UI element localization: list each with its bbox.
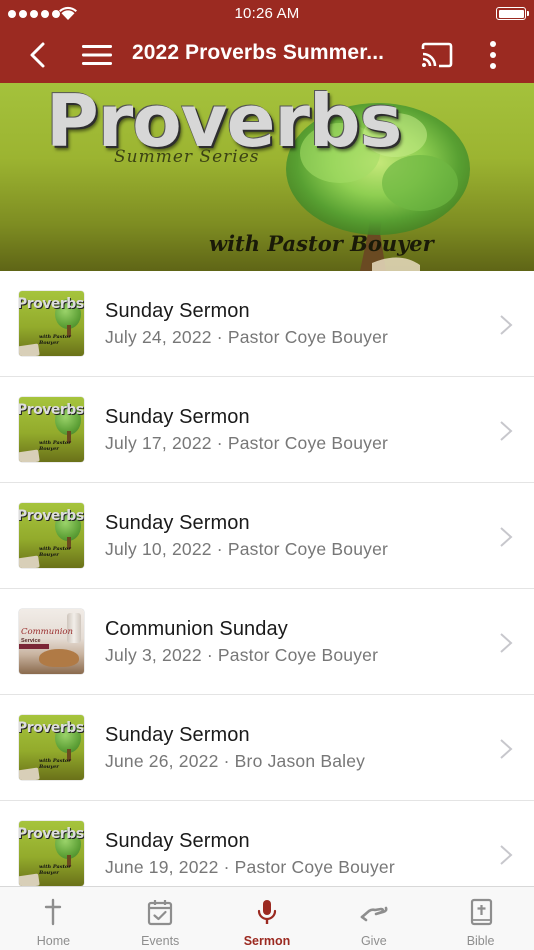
sermon-thumbnail: Proverbs with Pastor Bouyer [19,397,84,462]
sermon-thumbnail: Proverbs with Pastor Bouyer [19,715,84,780]
bottom-tab-bar: Home Events Sermon Give Bible [0,886,534,950]
sermon-date-speaker: July 10, 2022 · Pastor Coye Bouyer [105,539,389,559]
tab-home[interactable]: Home [0,887,107,950]
hamburger-menu-icon[interactable] [80,41,114,69]
bible-icon [470,898,492,926]
sermon-title: Sunday Sermon [105,830,250,852]
chevron-right-icon [500,739,513,759]
back-arrow-icon[interactable] [24,40,54,70]
giving-hand-icon [360,906,388,922]
microphone-icon [257,900,277,924]
sermon-date-speaker: July 17, 2022 · Pastor Coye Bouyer [105,433,389,453]
chevron-right-icon [500,527,513,547]
status-time: 10:26 AM [234,5,300,22]
sermon-row[interactable]: Communion Service Communion Sunday July … [0,589,534,695]
battery-icon [496,7,529,20]
series-banner: Proverbs Summer Series with Pastor Bouye… [0,83,534,271]
sermon-thumbnail: Communion Service [19,609,84,674]
sermon-list: Proverbs with Pastor Bouyer Sunday Sermo… [0,271,534,907]
tab-sermon[interactable]: Sermon [214,887,321,950]
banner-series-label: Summer Series [114,147,260,167]
chevron-right-icon [500,315,513,335]
navigation-bar: 2022 Proverbs Summer... [0,27,534,83]
sermon-date-speaker: June 26, 2022 · Bro Jason Baley [105,751,366,771]
chevron-right-icon [500,633,513,653]
page-title: 2022 Proverbs Summer... [132,41,385,64]
sermon-date-speaker: July 3, 2022 · Pastor Coye Bouyer [105,645,379,665]
sermon-row[interactable]: Proverbs with Pastor Bouyer Sunday Sermo… [0,483,534,589]
cast-icon[interactable] [420,40,454,70]
chevron-right-icon [500,845,513,865]
sermon-row[interactable]: Proverbs with Pastor Bouyer Sunday Sermo… [0,377,534,483]
tab-label: Events [141,934,180,948]
sermon-row[interactable]: Proverbs with Pastor Bouyer Sunday Sermo… [0,271,534,377]
status-bar: 10:26 AM [0,0,534,27]
tab-events[interactable]: Events [107,887,214,950]
more-options-icon[interactable] [480,39,506,71]
tab-give[interactable]: Give [320,887,427,950]
cross-icon [45,898,62,926]
sermon-title: Sunday Sermon [105,724,250,746]
sermon-thumbnail: Proverbs with Pastor Bouyer [19,503,84,568]
tab-bible[interactable]: Bible [427,887,534,950]
sermon-thumbnail: Proverbs with Pastor Bouyer [19,821,84,886]
sermon-title: Sunday Sermon [105,300,250,322]
sermon-date-speaker: June 19, 2022 · Pastor Coye Bouyer [105,857,395,877]
banner-subtitle: with Pastor Bouyer [209,231,434,256]
tab-label: Home [36,934,71,948]
sermon-thumbnail: Proverbs with Pastor Bouyer [19,291,84,356]
tab-label: Give [360,934,387,948]
sermon-row[interactable]: Proverbs with Pastor Bouyer Sunday Sermo… [0,695,534,801]
sermon-title: Sunday Sermon [105,406,250,428]
sermon-title: Communion Sunday [105,618,288,640]
tab-label: Bible [466,934,495,948]
calendar-check-icon [148,900,173,926]
sermon-title: Sunday Sermon [105,512,250,534]
sermon-date-speaker: July 24, 2022 · Pastor Coye Bouyer [105,327,389,347]
tab-label: Sermon [243,934,291,948]
chevron-right-icon [500,421,513,441]
